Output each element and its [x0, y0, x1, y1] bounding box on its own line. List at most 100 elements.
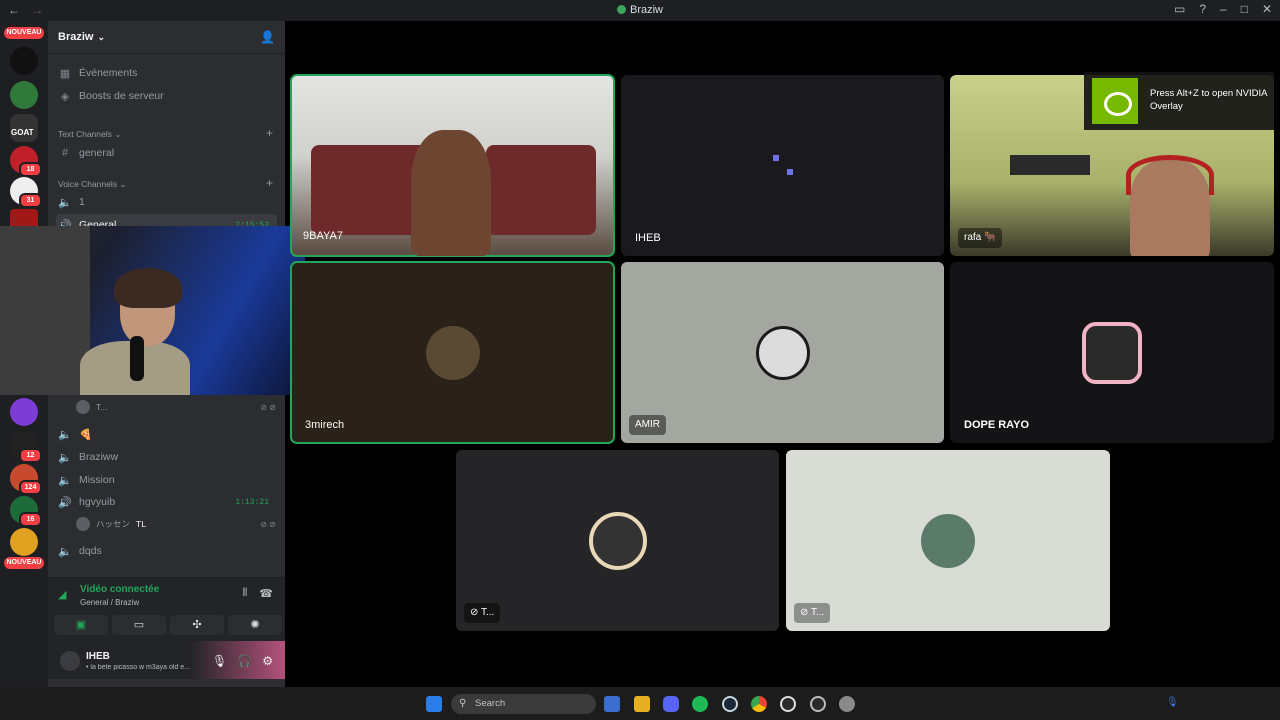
connection-channel[interactable]: General / Braziw [80, 598, 139, 607]
headphones-icon[interactable]: 🎧 [237, 654, 252, 668]
voice-channel-hgvyuib[interactable]: 🔊 hgvyuib 1:13:21 [56, 491, 277, 513]
server-icon-5[interactable]: 31 [10, 177, 42, 208]
nvidia-overlay-toast[interactable]: Press Alt+Z to open NVIDIA Overlay [1084, 72, 1274, 130]
participant-name: AMIR [629, 415, 666, 435]
camera-button[interactable]: ▣ [54, 615, 108, 635]
server-header[interactable]: Braziw ⌄ 👤 [48, 21, 285, 54]
webcam-person-hair [114, 268, 182, 308]
chrome-icon[interactable] [751, 696, 767, 712]
muted-icons: ⊘ ⊘ [260, 519, 276, 529]
channel-label: dqds [79, 545, 102, 557]
voice-channel-1[interactable]: 🔈 1 [56, 191, 277, 213]
speaker-icon: 🔈 [58, 196, 72, 209]
window-title-text: Braziw [629, 4, 663, 16]
boosts-link[interactable]: ◈ Boosts de serveur [56, 85, 277, 107]
minimize-icon[interactable]: – [1220, 2, 1227, 16]
participant-name: DOPE RAYO [964, 419, 1030, 431]
video-tile-iheb[interactable]: IHEB [621, 75, 944, 256]
speaker-icon: 🔈 [58, 474, 72, 487]
taskbar-search[interactable]: ⚲ Search [451, 694, 596, 714]
channel-label: 1 [79, 196, 85, 208]
settings-icon[interactable] [839, 696, 855, 712]
participant-label: ⊘ T... [464, 603, 501, 623]
voice-category[interactable]: Voice Channels ⌄ [58, 179, 127, 190]
loading-dot [773, 155, 779, 161]
boost-icon: ◈ [60, 90, 70, 103]
server-icon-4[interactable]: 18 [10, 146, 42, 177]
soundboard-button[interactable]: ✺ [228, 615, 282, 635]
voice-channel-mission[interactable]: 🔈 Mission [56, 469, 277, 491]
store-icon[interactable] [604, 696, 620, 712]
spotify-icon[interactable] [692, 696, 708, 712]
add-member-icon[interactable]: 👤 [260, 30, 275, 44]
user-panel: IHEB • la bete picasso w m3aya old e... … [48, 641, 285, 679]
file-explorer-icon[interactable] [634, 696, 650, 712]
voice-member[interactable]: ハッセン TL ⊘ ⊘ [76, 515, 276, 533]
voice-channel-braziww[interactable]: 🔈 Braziww [56, 446, 277, 468]
server-name: Braziw [58, 31, 94, 43]
avatar[interactable] [60, 651, 80, 671]
app-icon[interactable] [810, 696, 826, 712]
add-voice-channel-icon[interactable]: + [266, 176, 273, 190]
avatar [755, 325, 810, 380]
hash-icon: # [61, 147, 69, 159]
voice-channel-pizza[interactable]: 🔈 🍕 [56, 423, 277, 445]
participant-person [411, 130, 491, 256]
signal-icon[interactable]: ◢ [58, 588, 66, 601]
speaker-icon: 🔈 [58, 428, 72, 441]
search-placeholder: Search [475, 698, 506, 709]
screenshare-button[interactable]: ▭ [112, 615, 166, 635]
add-text-channel-icon[interactable]: + [266, 126, 273, 140]
g-hub-icon[interactable] [780, 696, 796, 712]
voice-channel-dqds[interactable]: 🔈 dqds [56, 540, 277, 562]
mention-badge: 16 [19, 512, 42, 527]
search-icon: ⚲ [459, 698, 467, 709]
mention-badge: 18 [19, 162, 42, 177]
discord-icon[interactable] [663, 696, 679, 712]
username[interactable]: IHEB [86, 651, 110, 662]
microphone-tray-icon[interactable]: 🎙 [1166, 697, 1179, 708]
nvidia-logo-icon [1092, 78, 1138, 124]
member-name: T... [96, 402, 108, 412]
server-icon-1[interactable] [10, 47, 38, 75]
taskbar: ⚲ Search 🎙 [0, 687, 1280, 720]
server-icon-10[interactable]: 16 [10, 496, 42, 527]
activities-button[interactable]: ✣ [170, 615, 224, 635]
server-icon-goat[interactable]: GOAT [10, 114, 38, 142]
server-icon-9[interactable]: 124 [10, 464, 42, 495]
participant-name: 9BAYA7 [303, 230, 343, 242]
server-icon-7[interactable] [10, 398, 38, 426]
channel-general[interactable]: # general [56, 142, 277, 164]
steam-icon[interactable] [722, 696, 738, 712]
new-tag: NOUVEAU [4, 27, 44, 39]
video-tile-3mirech[interactable]: 3mirech [290, 261, 615, 444]
maximize-icon[interactable]: □ [1241, 2, 1248, 16]
close-icon[interactable]: ✕ [1262, 2, 1272, 16]
video-tile-dope-rayo[interactable]: DOPE RAYO [950, 262, 1274, 443]
help-icon[interactable]: ? [1199, 2, 1206, 16]
avatar [588, 511, 647, 570]
headset-icon [1126, 155, 1214, 195]
disconnect-icon[interactable]: ☎ [259, 587, 273, 600]
server-icon-11[interactable] [10, 528, 38, 556]
settings-gear-icon[interactable]: ⚙ [262, 654, 273, 668]
speaker-icon: 🔈 [58, 451, 72, 464]
microphone-icon[interactable]: 🎙 [212, 654, 227, 668]
video-tile-9baya7[interactable]: 9BAYA7 [290, 74, 615, 257]
text-category[interactable]: Text Channels ⌄ [58, 129, 121, 140]
video-tile-amir[interactable]: AMIR [621, 262, 944, 443]
channel-label: Mission [79, 474, 115, 486]
video-tile-t2[interactable]: ⊘ T... [786, 450, 1110, 631]
noise-suppression-icon[interactable]: ⦀ [242, 587, 247, 600]
server-icon-8[interactable]: 12 [10, 432, 42, 463]
inbox-icon[interactable]: ▭ [1174, 2, 1185, 16]
member-tag: TL [136, 519, 146, 529]
video-tile-t1[interactable]: ⊘ T... [456, 450, 779, 631]
events-link[interactable]: ▦ Événements [56, 62, 277, 84]
avatar [425, 325, 480, 380]
windows-start-icon[interactable] [426, 696, 442, 712]
boosts-label: Boosts de serveur [79, 90, 164, 102]
voice-member[interactable]: T... ⊘ ⊘ [76, 398, 276, 416]
server-icon-2[interactable] [10, 81, 38, 109]
connection-status[interactable]: Vidéo connectée [80, 584, 159, 595]
